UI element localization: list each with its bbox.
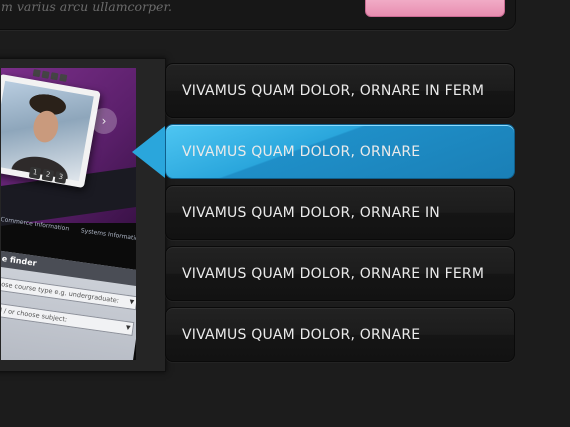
- pager-button-2[interactable]: 2: [41, 168, 55, 182]
- course-type-placeholder: oose course type e.g. undergraduate:: [1, 279, 120, 305]
- photo-card: 1 2 3: [1, 73, 101, 189]
- subject-placeholder: nd / or choose subject:: [1, 305, 68, 324]
- course-finder-panel: e finder oose course type e.g. undergrad…: [1, 250, 136, 360]
- slide-preview-frame: 1 2 3 › Commerce Information Systems Inf…: [0, 58, 166, 372]
- slide-nav-label: VIVAMUS QUAM DOLOR, ORNARE IN FERM: [182, 266, 485, 282]
- chevron-down-icon: ▼: [128, 298, 135, 306]
- top-panel: m varius arcu ullamcorper.: [0, 0, 516, 30]
- social-icon[interactable]: [41, 70, 50, 79]
- next-slide-icon[interactable]: ›: [91, 108, 117, 134]
- active-pointer-arrow: [132, 126, 165, 178]
- slide-nav-item-1[interactable]: VIVAMUS QUAM DOLOR, ORNARE IN FERM: [165, 63, 515, 118]
- pager-button-1[interactable]: 1: [28, 166, 42, 180]
- pager-button-3[interactable]: 3: [54, 171, 68, 184]
- slide-nav-item-5[interactable]: VIVAMUS QUAM DOLOR, ORNARE: [165, 307, 515, 362]
- slide-nav-item-4[interactable]: VIVAMUS QUAM DOLOR, ORNARE IN FERM: [165, 246, 515, 301]
- social-icon[interactable]: [50, 72, 59, 81]
- slide-preview[interactable]: 1 2 3 › Commerce Information Systems Inf…: [1, 68, 136, 360]
- slide-nav-label: VIVAMUS QUAM DOLOR, ORNARE IN: [182, 205, 440, 221]
- person-photo: [1, 80, 94, 182]
- top-caption: m varius arcu ullamcorper.: [1, 0, 173, 14]
- slide-nav-item-3[interactable]: VIVAMUS QUAM DOLOR, ORNARE IN: [165, 185, 515, 240]
- preview-tab[interactable]: Systems Informatics: [80, 227, 136, 242]
- chevron-down-icon: ▼: [125, 324, 131, 332]
- slide-nav-label: VIVAMUS QUAM DOLOR, ORNARE IN FERM: [182, 83, 485, 99]
- slide-nav-item-2-active[interactable]: VIVAMUS QUAM DOLOR, ORNARE: [165, 124, 515, 179]
- social-icon[interactable]: [59, 73, 68, 82]
- social-icon[interactable]: [32, 69, 41, 78]
- slide-nav-label: VIVAMUS QUAM DOLOR, ORNARE: [182, 144, 421, 160]
- slide-nav-label: VIVAMUS QUAM DOLOR, ORNARE: [182, 327, 421, 343]
- pink-action-button[interactable]: [365, 0, 505, 17]
